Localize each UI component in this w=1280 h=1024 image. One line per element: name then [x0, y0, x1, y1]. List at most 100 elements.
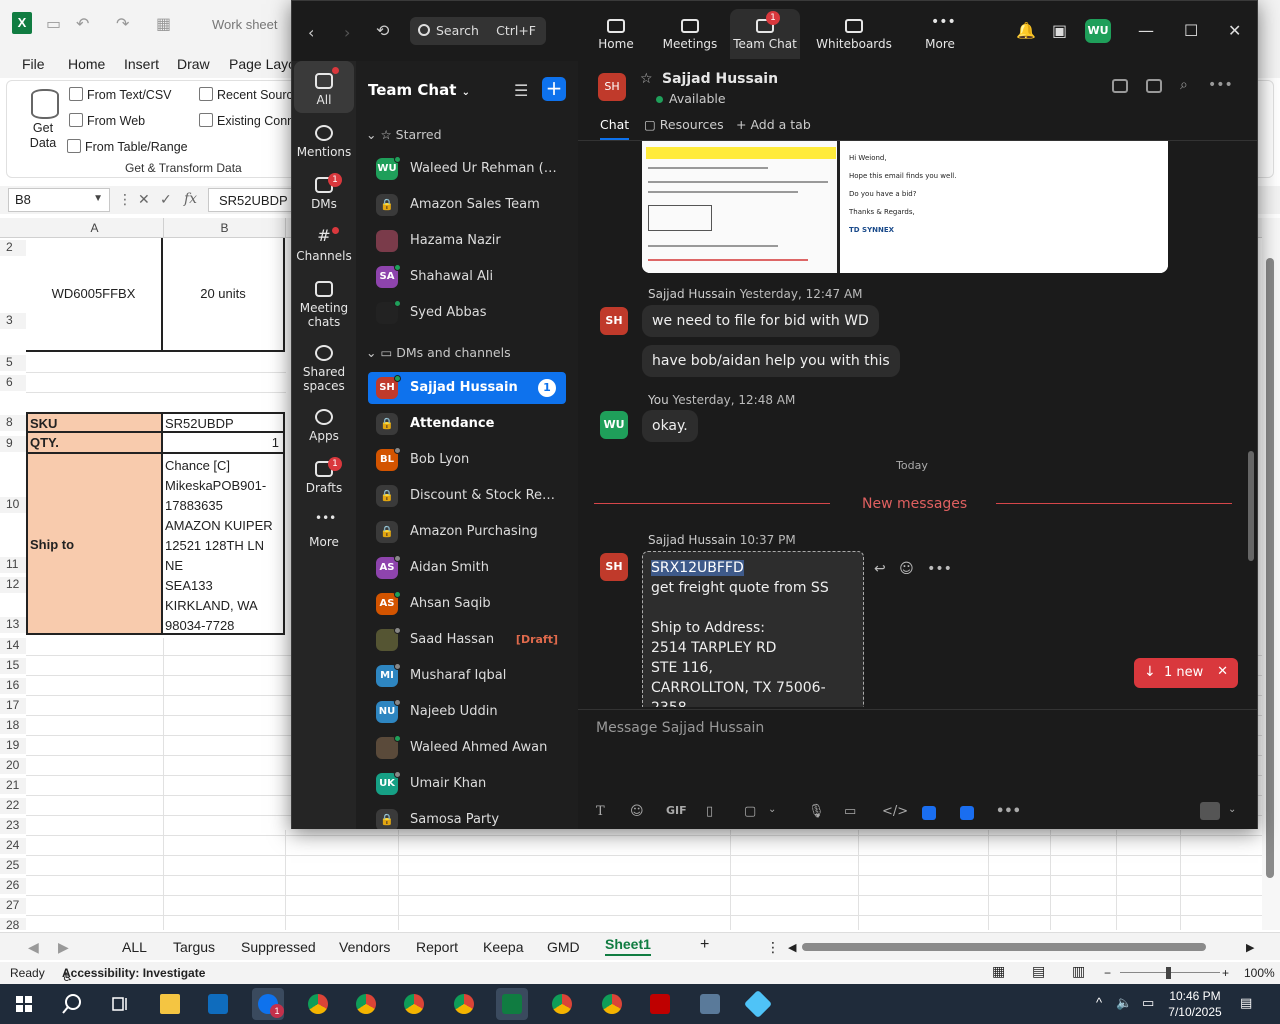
- cell-a8[interactable]: SKU: [26, 412, 163, 433]
- calendar-icon[interactable]: ▣: [1052, 21, 1067, 40]
- file-icon[interactable]: ▯: [706, 804, 713, 819]
- start-button[interactable]: [8, 988, 40, 1020]
- share-screen-icon[interactable]: [1146, 79, 1162, 93]
- rail-channels[interactable]: # Channels: [294, 227, 354, 263]
- back-icon[interactable]: ‹: [308, 23, 314, 42]
- more-horizontal-icon[interactable]: •••: [927, 561, 952, 577]
- menu-file[interactable]: File: [22, 56, 45, 72]
- chat-list-item[interactable]: NU Najeeb Uddin: [368, 696, 566, 728]
- row-header-8[interactable]: 8: [0, 415, 26, 431]
- scroll-left-icon[interactable]: ◀: [788, 941, 796, 954]
- row-header-6[interactable]: 6: [0, 375, 26, 391]
- column-header-b[interactable]: B: [163, 218, 285, 238]
- mic-icon[interactable]: 🎙: [808, 804, 825, 819]
- rail-meeting-chats[interactable]: Meeting chats: [294, 281, 354, 329]
- row-header-24[interactable]: 24: [0, 838, 26, 854]
- chat-list-item[interactable]: 🔒 Discount & Stock Reser...: [368, 480, 566, 512]
- row-header-25[interactable]: 25: [0, 858, 26, 874]
- zoom-app[interactable]: 1: [252, 988, 284, 1020]
- rail-apps[interactable]: Apps: [294, 409, 354, 443]
- section-dms[interactable]: ⌄ ▭ DMs and channels: [366, 345, 511, 360]
- row-header-28[interactable]: 28: [0, 918, 26, 930]
- row-header-20[interactable]: 20: [0, 758, 26, 774]
- chat-list-item[interactable]: WU Waleed Ur Rehman (you): [368, 153, 566, 185]
- get-data-button[interactable]: Get Data: [23, 121, 63, 151]
- outlook-app[interactable]: [202, 988, 234, 1020]
- sender-avatar[interactable]: SH: [600, 307, 628, 335]
- file-explorer-app[interactable]: [154, 988, 186, 1020]
- row-header-2[interactable]: 2: [0, 240, 26, 256]
- chevron-down-icon[interactable]: ⌄: [768, 804, 776, 815]
- format-icon[interactable]: T: [596, 804, 605, 819]
- message-composer[interactable]: Message Sajjad Hussain T ☺ GIF ▯ ▢ ⌄ 🎙 ▭…: [578, 709, 1257, 829]
- row-header-19[interactable]: 19: [0, 738, 26, 754]
- from-table-button[interactable]: From Table/Range: [67, 139, 188, 154]
- sheet-tab-report[interactable]: Report: [416, 939, 458, 955]
- filter-icon[interactable]: ☰: [514, 81, 528, 100]
- menu-insert[interactable]: Insert: [124, 56, 159, 72]
- row-header-13[interactable]: 13: [0, 617, 26, 633]
- rail-dms[interactable]: DMs 1: [294, 173, 354, 211]
- message-list[interactable]: Hi Weiond, Hope this email finds you wel…: [578, 141, 1246, 707]
- chat-list-item[interactable]: Hazama Nazir: [368, 225, 566, 257]
- contact-name[interactable]: Sajjad Hussain: [662, 71, 778, 87]
- chrome-app[interactable]: [350, 988, 382, 1020]
- sheet-tab-vendors[interactable]: Vendors: [339, 939, 390, 955]
- menu-page-layout[interactable]: Page Layo: [229, 56, 296, 72]
- contact-avatar[interactable]: SH: [598, 73, 626, 101]
- chat-list-item[interactable]: UK Umair Khan: [368, 768, 566, 800]
- chat-list-item[interactable]: BL Bob Lyon: [368, 444, 566, 476]
- row-header-10[interactable]: 10: [0, 497, 26, 513]
- scroll-right-icon[interactable]: ▶: [1246, 941, 1254, 954]
- chat-list-item[interactable]: 🔒 Samosa Party: [368, 804, 566, 829]
- add-sheet-icon[interactable]: +: [700, 936, 709, 954]
- chat-list-item[interactable]: AS Aidan Smith: [368, 552, 566, 584]
- code-icon[interactable]: </>: [882, 804, 908, 819]
- network-icon[interactable]: ▭: [1142, 995, 1154, 1011]
- chat-list-item[interactable]: SH Sajjad Hussain 1: [368, 372, 566, 404]
- chat-list-item[interactable]: 🔒 Amazon Purchasing: [368, 516, 566, 548]
- sender-avatar[interactable]: WU: [600, 411, 628, 439]
- from-text-button[interactable]: From Text/CSV: [69, 87, 172, 102]
- rail-more[interactable]: ••• More: [294, 512, 354, 549]
- row-header-15[interactable]: 15: [0, 658, 26, 674]
- chat-list-item[interactable]: Waleed Ahmed Awan: [368, 732, 566, 764]
- chat-list-item[interactable]: Syed Abbas: [368, 297, 566, 329]
- app-icon[interactable]: [960, 806, 974, 820]
- cell-a10[interactable]: Ship to: [26, 454, 163, 635]
- emoji-icon[interactable]: ☺: [630, 804, 644, 819]
- sender-avatar[interactable]: SH: [600, 553, 628, 581]
- tab-chat[interactable]: Chat: [600, 117, 630, 140]
- row-header-9[interactable]: 9: [0, 436, 26, 452]
- search-icon[interactable]: ⌕: [1180, 77, 1188, 93]
- app-diamond[interactable]: [742, 988, 774, 1020]
- save-icon[interactable]: ▭: [46, 14, 61, 34]
- video-icon[interactable]: ▭: [844, 804, 856, 819]
- scroll-thumb[interactable]: [1266, 258, 1274, 878]
- zoom-level[interactable]: 100%: [1244, 966, 1275, 980]
- tab-whiteboards[interactable]: Whiteboards: [816, 9, 892, 59]
- row-header-3[interactable]: 3: [0, 313, 26, 329]
- tab-team-chat[interactable]: Team Chat 1: [730, 9, 800, 59]
- normal-view-icon[interactable]: ▦: [992, 963, 1005, 980]
- clock[interactable]: 10:46 PM 7/10/2025: [1160, 988, 1230, 1020]
- video-off-icon[interactable]: [1112, 79, 1128, 93]
- user-avatar[interactable]: WU: [1085, 19, 1111, 43]
- app-icon[interactable]: [922, 806, 936, 820]
- cancel-icon[interactable]: ✕: [138, 191, 150, 208]
- screenshot-icon[interactable]: ▢: [744, 804, 756, 819]
- tab-home[interactable]: Home: [590, 9, 642, 59]
- row-header-14[interactable]: 14: [0, 638, 26, 654]
- more-icon[interactable]: ⋮: [118, 191, 132, 208]
- volume-icon[interactable]: 🔈: [1116, 995, 1132, 1011]
- history-icon[interactable]: ⟲: [376, 21, 389, 40]
- chat-scrollbar[interactable]: [1248, 141, 1254, 707]
- selected-message[interactable]: SRX12UBFFD get freight quote from SS Shi…: [642, 551, 864, 707]
- menu-draw[interactable]: Draw: [177, 56, 210, 72]
- name-box[interactable]: B8 ▼: [8, 188, 110, 212]
- tab-prev-icon[interactable]: ◀: [28, 939, 39, 956]
- chrome-app[interactable]: [546, 988, 578, 1020]
- more-horizontal-icon[interactable]: •••: [996, 804, 1021, 819]
- zoom-slider-thumb[interactable]: [1166, 967, 1171, 979]
- reply-icon[interactable]: ↩: [874, 561, 886, 577]
